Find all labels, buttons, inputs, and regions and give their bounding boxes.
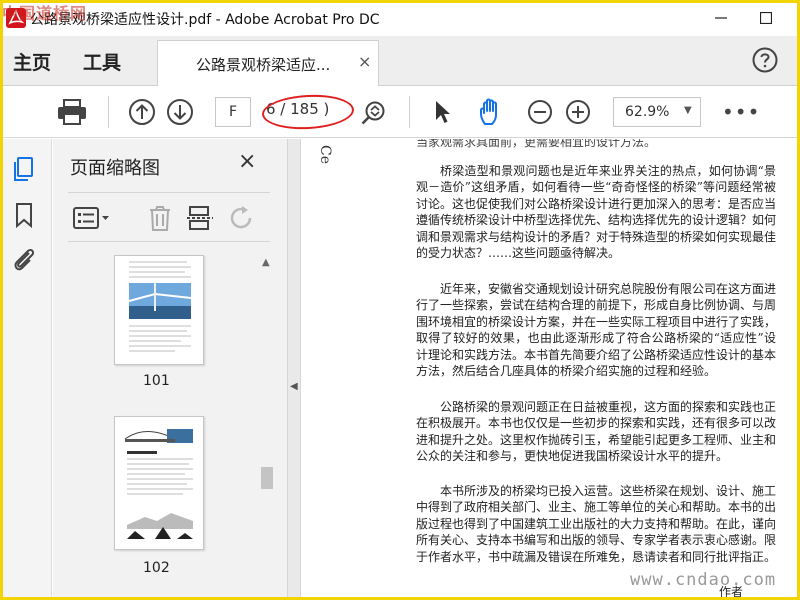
maximize-icon	[760, 12, 772, 24]
close-panel-icon[interactable]: ×	[238, 149, 256, 174]
document-view[interactable]: Ce 当家观需求具面前，更需要相宜的设计方法。 桥梁造型和景观问题也是近年来业界…	[301, 139, 800, 600]
maximize-button[interactable]	[753, 6, 779, 30]
navigation-rail	[0, 139, 52, 600]
page-preview-image	[128, 261, 192, 352]
page-thumbnails-icon[interactable]	[10, 155, 38, 183]
zoom-value: 62.9%	[625, 104, 670, 120]
tab-document[interactable]: 公路景观桥梁适应... ×	[157, 40, 379, 86]
page-scroll-icon	[361, 101, 385, 125]
tab-tools[interactable]: 工具	[83, 48, 121, 75]
body-paragraph: 本书所涉及的桥梁均已投入运营。这些桥梁在规划、设计、施工中得到了政府相关部门、业…	[416, 484, 777, 564]
page-number-label: 102	[143, 560, 170, 576]
document-page: Ce 当家观需求具面前，更需要相宜的设计方法。 桥梁造型和景观问题也是近年来业界…	[301, 139, 800, 600]
chevron-down-icon: ▼	[684, 105, 692, 116]
site-watermark-bottom: www.cndao.com	[630, 570, 777, 590]
tab-row: 主页 工具 公路景观桥梁适应... ×	[0, 36, 800, 86]
highlight-annotation-oval	[261, 92, 355, 132]
scrollbar-thumb[interactable]	[261, 467, 273, 489]
minimize-icon	[715, 17, 727, 19]
page-preview-image	[124, 429, 193, 539]
arrow-down-circle-icon	[167, 99, 193, 125]
arrow-up-circle-icon	[129, 99, 155, 125]
crop-pages-icon[interactable]	[186, 205, 214, 231]
panel-title: 页面缩略图	[70, 158, 160, 179]
main-toolbar: F 6 / 185 ) 62.9% ▼ •••	[0, 86, 800, 138]
title-bar: 公路景观桥梁适应性设计.pdf - Adobe Acrobat Pro DC	[0, 0, 800, 36]
body-paragraph: 近年来，安徽省交通规划设计研究总院股份有限公司在这方面进行了一些探索，尝试在结构…	[416, 282, 777, 379]
bookmark-icon[interactable]	[10, 201, 38, 229]
body-paragraph: 公路桥梁的景观问题正在日益被重视，这方面的探索和实践也正在积极展开。本书也仅仅是…	[416, 400, 777, 464]
document-tab-label: 公路景观桥梁适应...	[196, 56, 331, 74]
printer-icon	[58, 99, 86, 125]
panel-toolbar	[68, 192, 270, 242]
attachment-icon[interactable]	[10, 245, 38, 273]
page-thumbnail[interactable]	[114, 255, 204, 365]
toolbar-divider	[108, 96, 109, 128]
rotate-icon[interactable]	[228, 205, 256, 231]
page-number-label: 101	[143, 373, 170, 389]
trash-icon[interactable]	[146, 205, 174, 231]
tab-home[interactable]: 主页	[13, 48, 51, 75]
next-page-button[interactable]	[165, 98, 195, 126]
help-icon[interactable]	[752, 47, 778, 73]
zoom-in-button[interactable]	[564, 98, 592, 126]
collapse-panel-icon[interactable]: ◀	[290, 381, 298, 392]
more-tools-button[interactable]: •••	[722, 100, 760, 124]
select-tool-button[interactable]	[430, 98, 456, 126]
zoom-out-icon	[528, 100, 552, 124]
thumbnail-options-icon[interactable]	[73, 205, 113, 231]
site-watermark-top: 中国道桥网	[2, 4, 88, 23]
hand-tool-button[interactable]	[476, 98, 508, 126]
hand-icon	[480, 98, 497, 125]
rotated-page-text: Ce	[317, 145, 333, 164]
page-thumbnail[interactable]	[114, 416, 204, 550]
cursor-arrow-icon	[436, 101, 450, 123]
toolbar-divider	[409, 96, 410, 128]
thumbnails-panel: 页面缩略图 × 101 102 ▲	[53, 139, 287, 600]
thumbnails-scrollbar[interactable]: ▲	[258, 255, 276, 600]
page-number-input[interactable]: F	[215, 97, 251, 127]
print-button[interactable]	[56, 98, 88, 126]
body-paragraph: 桥梁造型和景观问题也是近年来业界关注的热点，如何协调“景观－造价”这组矛盾，如何…	[416, 164, 777, 261]
close-tab-icon[interactable]: ×	[358, 52, 371, 71]
scroll-up-icon[interactable]: ▲	[262, 257, 270, 268]
panel-splitter[interactable]: ◀	[287, 139, 301, 600]
zoom-select[interactable]: 62.9% ▼	[613, 97, 701, 127]
previous-page-button[interactable]	[127, 98, 157, 126]
minimize-button[interactable]	[708, 6, 734, 30]
scroll-mode-button[interactable]	[359, 98, 389, 126]
zoom-out-button[interactable]	[526, 98, 554, 126]
cropped-text-line: 当家观需求具面前，更需要相宜的设计方法。	[416, 139, 657, 149]
zoom-in-icon	[566, 100, 590, 124]
